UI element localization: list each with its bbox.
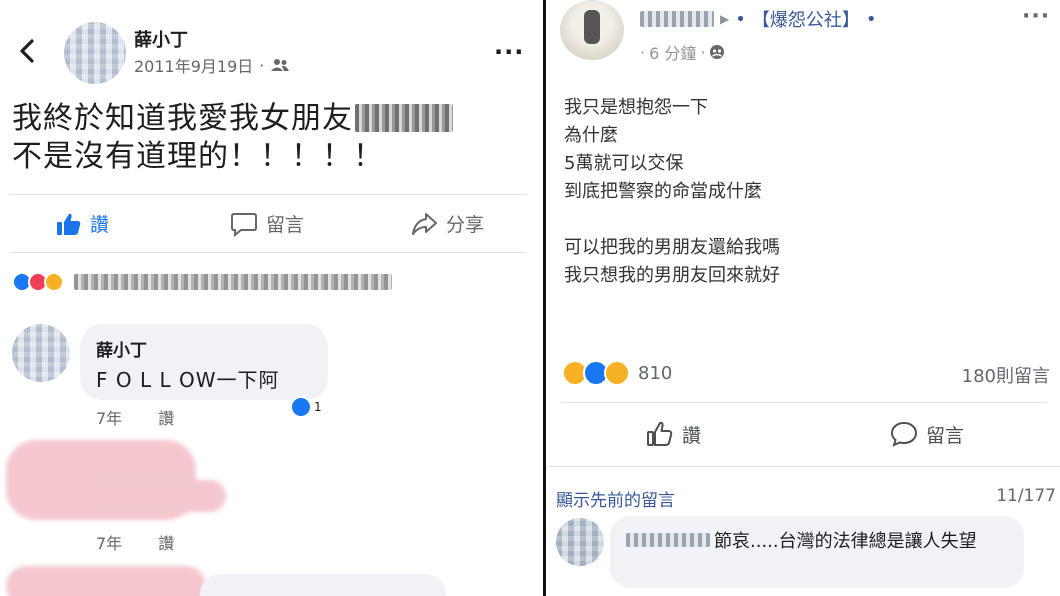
- reaction-summary[interactable]: 810: [562, 360, 672, 386]
- comment-meta: 7年 讚: [96, 405, 174, 429]
- comment-bubble: [200, 574, 446, 596]
- comment-icon: [230, 211, 258, 237]
- thumbs-up-icon: [56, 212, 82, 236]
- show-previous-comments-link[interactable]: 顯示先前的留言: [556, 486, 675, 511]
- author-avatar[interactable]: [64, 22, 126, 84]
- share-button[interactable]: 分享: [410, 210, 484, 237]
- comment-age: 7年: [96, 534, 123, 553]
- comment-bubble: 節哀.....台灣的法律總是讓人失望: [610, 516, 1024, 588]
- author-avatar[interactable]: [560, 0, 624, 60]
- comment-count[interactable]: 180則留言: [962, 362, 1050, 388]
- haha-reaction-icon: [44, 272, 64, 292]
- comment-age: 7年: [96, 409, 123, 428]
- triangle-right-icon: ▶: [720, 12, 730, 26]
- redacted-reactors: [74, 274, 392, 290]
- comment-page-count: 11/177: [996, 486, 1056, 506]
- comment-icon: [890, 420, 918, 448]
- back-icon[interactable]: [16, 38, 38, 64]
- comment-meta: 7年 讚: [96, 530, 174, 554]
- comment-text: 節哀.....台灣的法律總是讓人失望: [714, 531, 977, 552]
- commenter-avatar[interactable]: [556, 518, 604, 566]
- like-reaction-icon: [290, 396, 312, 418]
- redacted-commenter-name[interactable]: [626, 533, 710, 547]
- post-meta: · 6 分鐘 ·: [640, 40, 725, 64]
- comment-meta-cutoff: [624, 590, 764, 596]
- friends-audience-icon: [270, 58, 290, 72]
- post-header: ▶ • 【爆怨公社】 •: [640, 6, 876, 32]
- left-screenshot: 薛小丁 2011年9月19日 · ··· 我終於知道我愛我女朋友 不是沒有道理的…: [0, 0, 540, 596]
- more-options-icon[interactable]: ···: [1022, 4, 1050, 29]
- wow-reaction-icon: [604, 360, 630, 386]
- like-button[interactable]: 讚: [56, 210, 109, 237]
- comment-button[interactable]: 留言: [890, 420, 964, 448]
- comment-reaction-count[interactable]: 1: [290, 396, 322, 418]
- commenter-avatar[interactable]: [12, 324, 70, 382]
- group-audience-icon: [709, 44, 725, 60]
- comment-button[interactable]: 留言: [230, 210, 304, 237]
- reaction-count: 810: [638, 362, 673, 384]
- redacted-comment-part: [80, 480, 226, 512]
- like-button[interactable]: 讚: [646, 420, 701, 448]
- comment-text: F O L L OW一下阿: [96, 368, 280, 392]
- group-name[interactable]: 【爆怨公社】: [752, 6, 860, 32]
- post-time[interactable]: 6 分鐘: [649, 40, 696, 64]
- redacted-comment: [6, 566, 206, 596]
- more-options-icon[interactable]: ···: [494, 38, 524, 66]
- redacted-name: [355, 104, 453, 132]
- post-date[interactable]: 2011年9月19日: [134, 53, 253, 77]
- comment-like-link[interactable]: 讚: [158, 530, 174, 554]
- right-screenshot: ▶ • 【爆怨公社】 • · 6 分鐘 · ··· 我只是想抱怨一下 為什麼 5…: [548, 0, 1060, 596]
- comment-content: 節哀.....台灣的法律總是讓人失望: [626, 528, 1016, 556]
- reaction-summary[interactable]: [12, 272, 392, 292]
- thumbs-up-icon: [646, 420, 674, 448]
- post-text: 我終於知道我愛我女朋友 不是沒有道理的！！！！！: [12, 100, 453, 176]
- post-meta: 2011年9月19日 ·: [134, 53, 290, 77]
- post-text: 我只是想抱怨一下 為什麼 5萬就可以交保 到底把警察的命當成什麼 可以把我的男朋…: [564, 97, 780, 286]
- comment-like-link[interactable]: 讚: [158, 405, 174, 429]
- commenter-name[interactable]: 薛小丁: [96, 336, 147, 361]
- comment-bubble: 薛小丁 F O L L OW一下阿: [80, 324, 328, 400]
- author-name[interactable]: 薛小丁: [134, 26, 188, 52]
- redacted-author[interactable]: [640, 11, 714, 27]
- share-icon: [410, 211, 438, 237]
